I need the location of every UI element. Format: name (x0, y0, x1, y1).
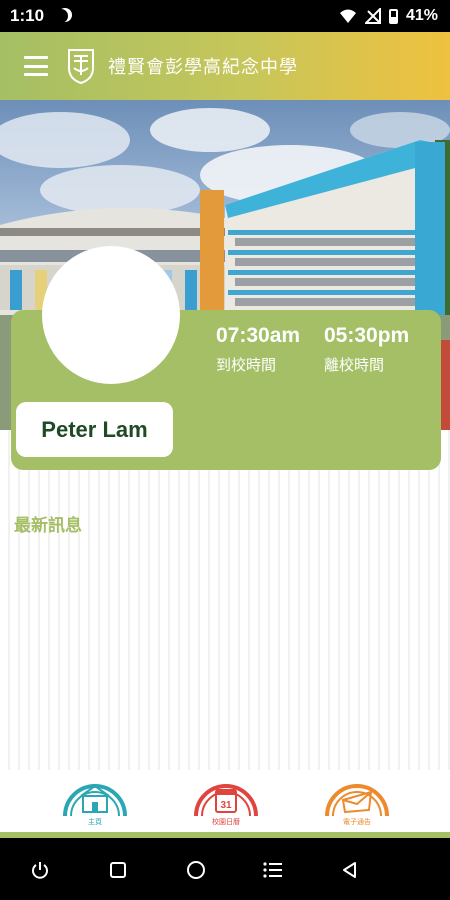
do-not-disturb-icon (54, 9, 68, 23)
envelope-icon (325, 784, 389, 816)
calendar-icon: 31 (194, 784, 258, 816)
status-bar: 1:10 41% (0, 0, 450, 32)
arrival-time-block: 07:30am 到校時間 (216, 324, 300, 375)
nav-calendar-label: 校園日曆 (212, 819, 240, 826)
no-signal-icon (364, 8, 381, 24)
student-name: Peter Lam (16, 402, 173, 457)
nav-home-label: 主頁 (88, 819, 102, 826)
bottom-nav: 主頁 31 校園日曆 電子通告 (0, 770, 450, 832)
arrival-label: 到校時間 (216, 357, 277, 374)
back-icon[interactable] (338, 858, 362, 882)
nav-circulars[interactable]: 電子通告 (323, 770, 391, 830)
app-screen: 1:10 41% 禮賢會彭學高紀念中學 07:30am 到校時間 05:30pm… (0, 0, 450, 900)
school-logo (68, 49, 94, 84)
system-nav-bar (0, 838, 450, 900)
recents-icon[interactable] (106, 858, 130, 882)
battery-percent: 41% (405, 7, 438, 24)
status-time: 1:10 (10, 6, 45, 25)
list-menu-icon[interactable] (261, 858, 285, 882)
nav-calendar[interactable]: 31 校園日曆 (192, 770, 260, 830)
calendar-day: 31 (220, 800, 232, 811)
nav-circulars-label: 電子通告 (343, 819, 371, 826)
nav-home[interactable]: 主頁 (61, 770, 129, 830)
news-feed-area (0, 430, 450, 770)
latest-news-heading: 最新訊息 (14, 516, 82, 535)
menu-icon[interactable] (24, 56, 48, 76)
power-icon[interactable] (28, 858, 52, 882)
departure-time: 05:30pm (324, 324, 410, 347)
wifi-icon (339, 9, 356, 23)
school-house-icon (63, 784, 127, 816)
battery-icon (388, 8, 398, 24)
departure-time-block: 05:30pm 離校時間 (324, 324, 409, 375)
app-title: 禮賢會彭學高紀念中學 (108, 57, 298, 77)
app-bar: 禮賢會彭學高紀念中學 (0, 32, 450, 100)
avatar[interactable] (42, 246, 180, 384)
departure-label: 離校時間 (324, 357, 385, 374)
arrival-time: 07:30am (216, 324, 301, 347)
home-icon[interactable] (184, 858, 208, 882)
